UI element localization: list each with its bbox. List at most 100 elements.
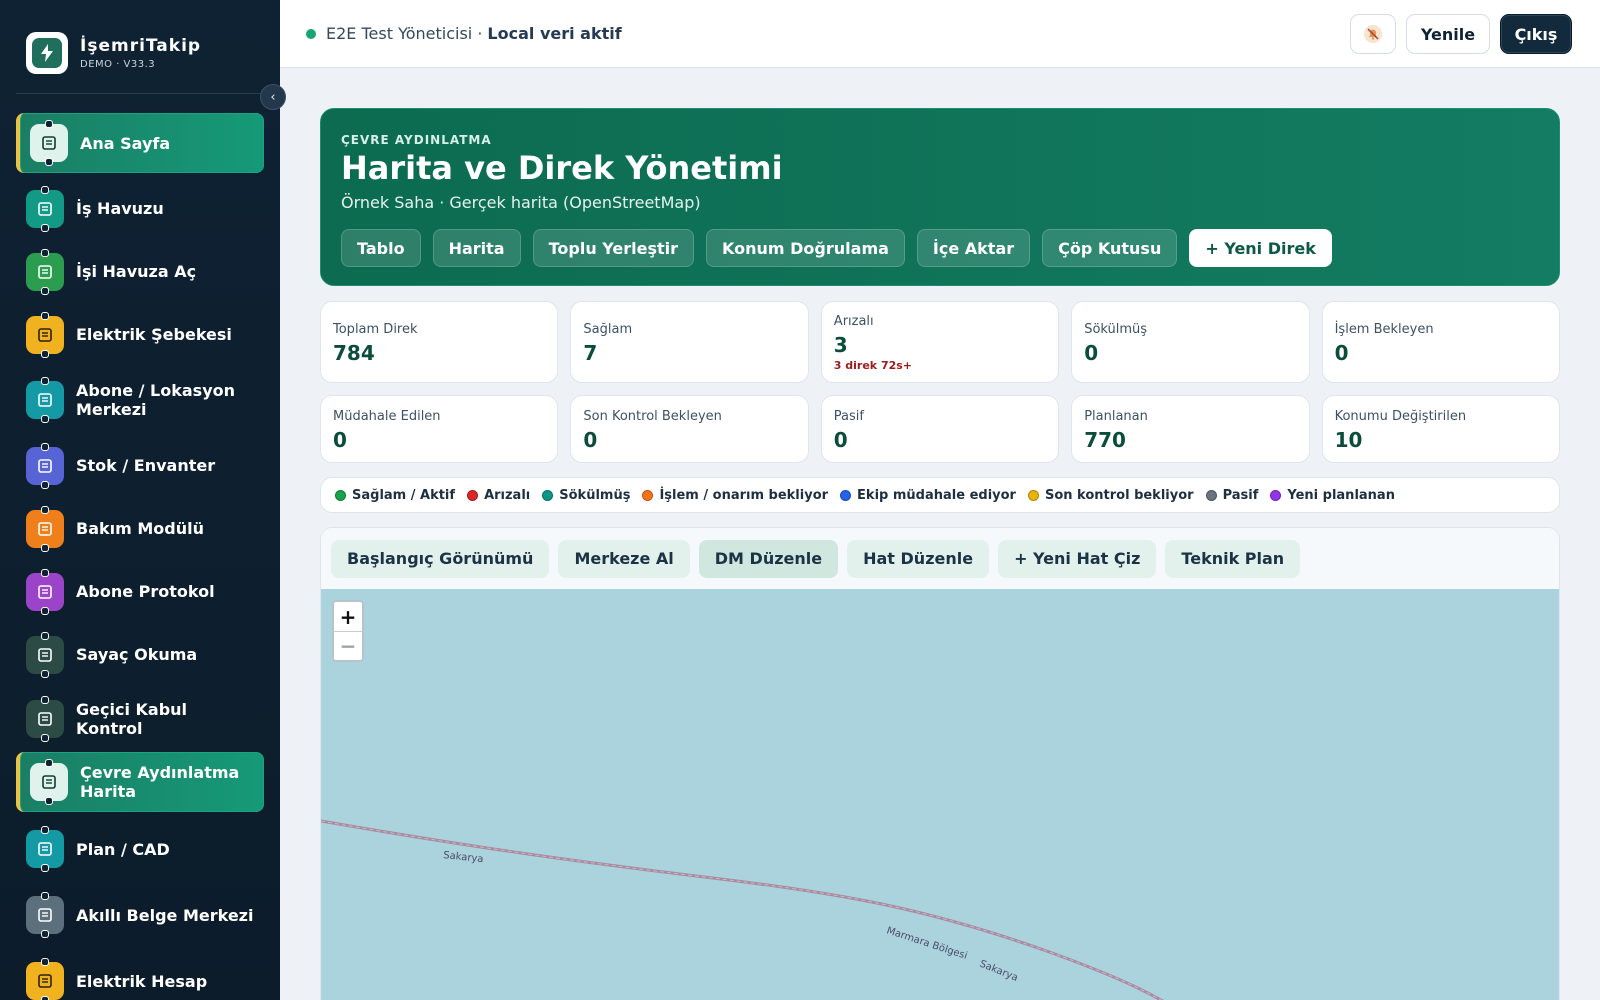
legend-dot bbox=[840, 489, 852, 501]
data-mode: Local veri aktif bbox=[487, 24, 622, 43]
stat-label: Sağlam bbox=[583, 322, 633, 337]
sidebar-item[interactable]: Bakım Modülü bbox=[16, 497, 264, 560]
legend-label: Arızalı bbox=[484, 487, 531, 503]
stat-card[interactable]: Planlanan 770 bbox=[1071, 395, 1310, 463]
stat-label: Konumu Değiştirilen bbox=[1334, 409, 1467, 424]
sidebar-item[interactable]: Akıllı Belge Merkezi bbox=[16, 882, 264, 948]
chevron-left-icon: ‹ bbox=[270, 89, 276, 105]
stat-alert-note: 3 direk 72s+ bbox=[833, 359, 913, 372]
sidebar-item-label: Sayaç Okuma bbox=[76, 645, 198, 664]
building-icon bbox=[26, 381, 64, 419]
module-tab[interactable]: Konum Doğrulama bbox=[706, 229, 905, 267]
stat-value: 770 bbox=[1084, 428, 1126, 452]
new-pole-button[interactable]: + Yeni Direk bbox=[1189, 229, 1332, 267]
sidebar-item[interactable]: Stok / Envanter bbox=[16, 434, 264, 497]
user-name: E2E Test Yöneticisi · bbox=[326, 24, 483, 43]
sidebar-item[interactable]: Elektrik Şebekesi bbox=[16, 303, 264, 366]
stat-card[interactable]: Konumu Değiştirilen 10 bbox=[1321, 395, 1560, 463]
sidebar-item[interactable]: Ana Sayfa bbox=[16, 113, 264, 173]
top-actions: Yenile Çıkış bbox=[1340, 14, 1572, 54]
sidebar-item[interactable]: Sayaç Okuma bbox=[16, 623, 264, 686]
sidebar-item[interactable]: Plan / CAD bbox=[16, 816, 264, 882]
protocol-doc-icon bbox=[26, 572, 64, 611]
sidebar-item[interactable]: Elektrik Hesap bbox=[16, 948, 264, 1000]
sidebar-item-label: Plan / CAD bbox=[76, 839, 170, 859]
sidebar-item[interactable]: Çevre Aydınlatma Harita bbox=[16, 752, 264, 812]
map-layer: Sakarya Marmara Bölgesi Sakarya bbox=[321, 819, 1164, 1000]
refresh-button[interactable]: Yenile bbox=[1406, 14, 1490, 54]
sidebar-item-label: Bakım Modülü bbox=[76, 519, 204, 538]
map-tool-button[interactable]: Merkeze Al bbox=[558, 539, 690, 578]
box-icon bbox=[26, 446, 64, 485]
logout-button[interactable]: Çıkış bbox=[1500, 14, 1572, 54]
legend-label: Pasif bbox=[1222, 487, 1259, 503]
stat-value: 0 bbox=[1084, 341, 1099, 365]
topbar: E2E Test Yöneticisi · Local veri aktif Y… bbox=[280, 0, 1600, 68]
sidebar-item[interactable]: Abone Protokol bbox=[16, 560, 264, 623]
brand[interactable]: İşemriTakip DEMO · V33.3 bbox=[26, 32, 201, 74]
stat-card[interactable]: İşlem Bekleyen 0 bbox=[1321, 301, 1560, 383]
stat-card[interactable]: Sağlam 7 bbox=[570, 301, 809, 383]
legend-dot bbox=[542, 489, 554, 501]
region-boundary-line bbox=[321, 819, 1164, 1000]
legend-item: Pasif bbox=[1205, 487, 1259, 503]
sidebar: İşemriTakip DEMO · V33.3 Ana Sayfa İş Hav… bbox=[0, 0, 280, 1000]
sidebar-item-label: Ana Sayfa bbox=[80, 133, 171, 153]
module-tab[interactable]: Çöp Kutusu bbox=[1042, 229, 1178, 267]
map-tool-button[interactable]: + Yeni Hat Çiz bbox=[998, 539, 1157, 578]
stat-card[interactable]: Sökülmüş 0 bbox=[1071, 301, 1310, 383]
legend-label: Son kontrol bekliyor bbox=[1044, 487, 1194, 503]
stat-card[interactable]: Toplam Direk 784 bbox=[320, 301, 559, 383]
map-tool-button[interactable]: Hat Düzenle bbox=[847, 539, 990, 578]
zoom-in-button[interactable]: + bbox=[334, 602, 362, 631]
map-tool-button[interactable]: Başlangıç Görünümü bbox=[331, 539, 550, 578]
legend-item: Arızalı bbox=[467, 488, 530, 503]
zoom-out-button[interactable]: − bbox=[334, 631, 362, 660]
stat-value: 0 bbox=[583, 428, 598, 452]
map-tool-button[interactable]: DM Düzenle bbox=[698, 539, 839, 578]
module-tab[interactable]: İçe Aktar bbox=[916, 229, 1031, 267]
stat-card[interactable]: Son Kontrol Bekleyen 0 bbox=[570, 395, 809, 463]
sidebar-item-label: Elektrik Hesap bbox=[76, 971, 208, 991]
map-tool-button[interactable]: Teknik Plan bbox=[1165, 539, 1301, 578]
module-kicker: ÇEVRE AYDINLATMA bbox=[341, 133, 492, 147]
sidebar-item[interactable]: İşi Havuza Aç bbox=[16, 240, 264, 303]
calculator-icon bbox=[26, 962, 64, 1000]
stat-card[interactable]: Müdahale Edilen 0 bbox=[320, 395, 559, 463]
session-status: E2E Test Yöneticisi · Local veri aktif bbox=[306, 24, 622, 43]
module-tab[interactable]: Harita bbox=[432, 229, 521, 267]
online-status-dot bbox=[306, 28, 316, 39]
legend-label: Ekip müdahale ediyor bbox=[857, 487, 1016, 503]
legend-item: Sökülmüş bbox=[542, 488, 630, 503]
stat-card[interactable]: Arızalı 3 3 direk 72s+ bbox=[820, 301, 1060, 383]
status-legend: Sağlam / Aktif Arızalı Sökülmüş İşlem / ona… bbox=[320, 477, 1560, 513]
stat-value: 3 bbox=[833, 333, 848, 357]
sidebar-item[interactable]: Abone / Lokasyon Merkezi bbox=[16, 366, 264, 434]
stat-value: 0 bbox=[833, 428, 848, 452]
module-header: ÇEVRE AYDINLATMA Harita ve Direk Yönetim… bbox=[320, 108, 1560, 286]
module-tab[interactable]: Tablo bbox=[341, 229, 421, 267]
stat-value: 0 bbox=[1334, 341, 1349, 365]
map-view[interactable]: Sakarya Marmara Bölgesi Sakarya + − bbox=[321, 589, 1559, 1000]
legend-dot bbox=[335, 489, 346, 501]
home-icon bbox=[30, 124, 68, 162]
module-tab[interactable]: Toplu Yerleştir bbox=[532, 229, 695, 267]
sidebar-item[interactable]: İş Havuzu bbox=[16, 177, 264, 240]
legend-dot bbox=[1270, 489, 1282, 501]
stat-label: Pasif bbox=[833, 409, 864, 424]
legend-label: Yeni planlanan bbox=[1287, 487, 1395, 503]
collapse-sidebar-button[interactable]: ‹ bbox=[260, 84, 286, 110]
stat-card[interactable]: Pasif 0 bbox=[820, 395, 1060, 463]
zoom-control: + − bbox=[332, 600, 364, 662]
sidebar-item-label: Abone / Lokasyon Merkezi bbox=[76, 381, 236, 419]
legend-label: Sağlam / Aktif bbox=[352, 487, 456, 503]
sidebar-item-label: İş Havuzu bbox=[76, 199, 164, 218]
legend-item: Sağlam / Aktif bbox=[335, 488, 455, 503]
sidebar-item[interactable]: Geçici Kabul Kontrol bbox=[16, 686, 264, 752]
power-tower-icon bbox=[26, 315, 64, 354]
bell-off-icon bbox=[1364, 25, 1382, 43]
brand-name: İşemriTakip bbox=[80, 36, 202, 56]
notifications-off-button[interactable] bbox=[1350, 14, 1396, 54]
legend-label: Sökülmüş bbox=[559, 487, 631, 503]
meter-icon bbox=[26, 635, 64, 674]
